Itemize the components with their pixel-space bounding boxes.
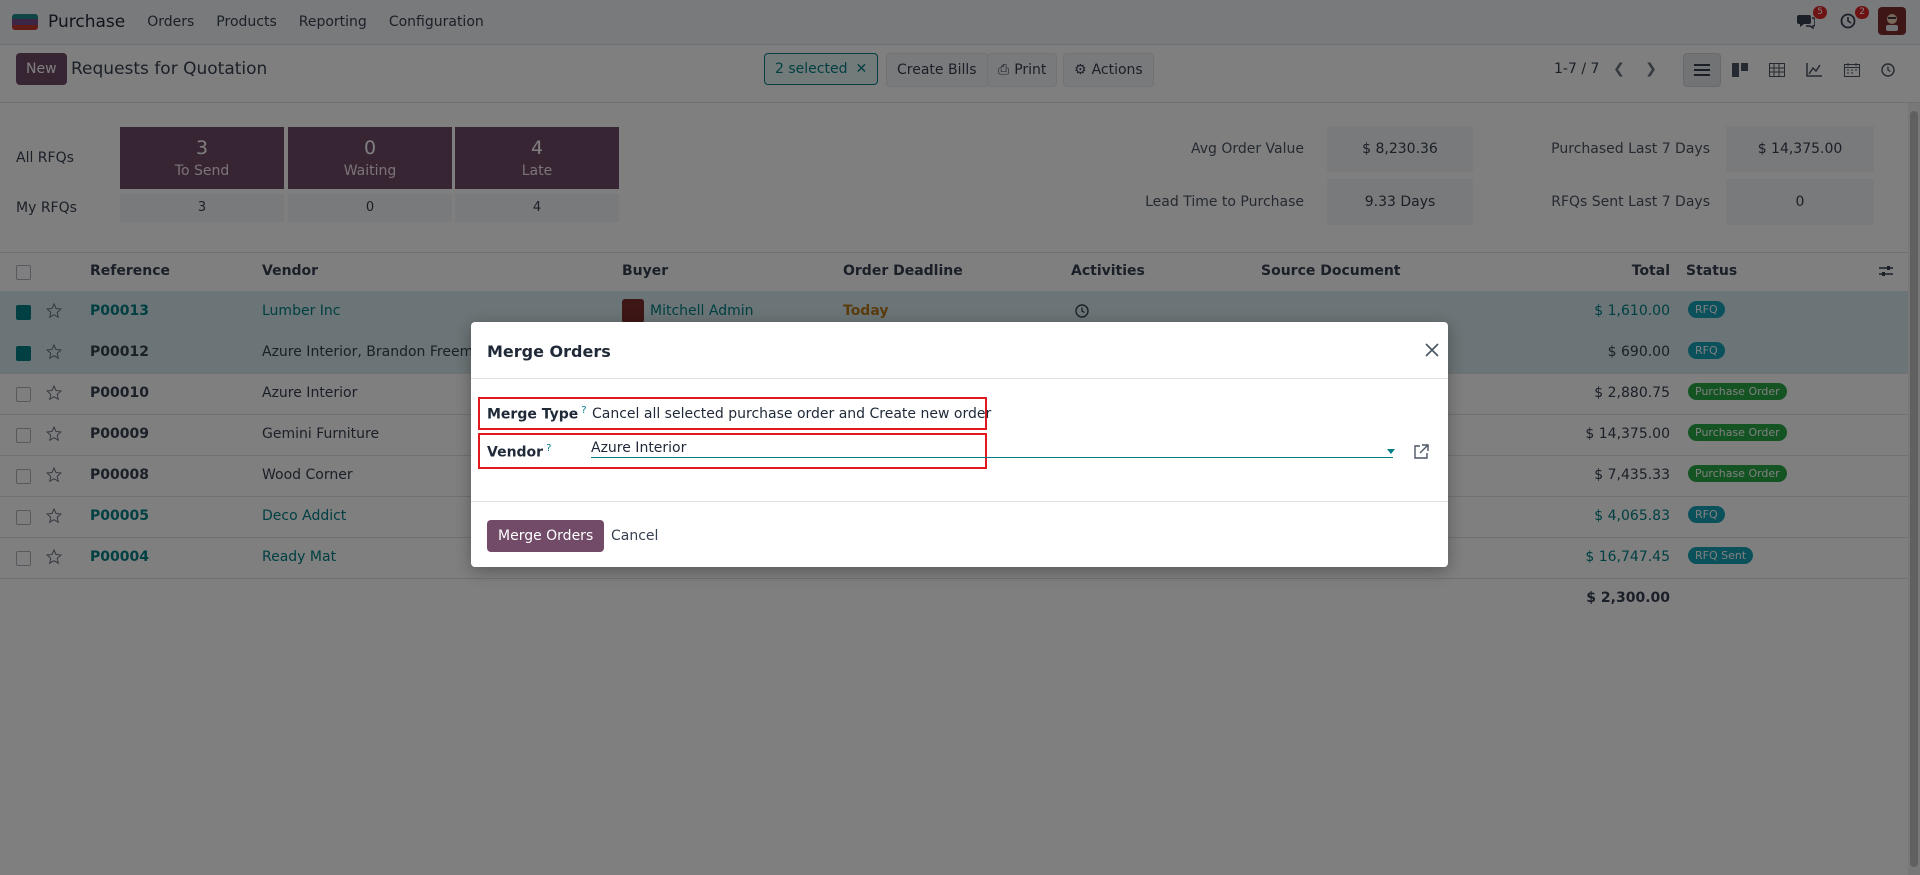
chevron-down-icon[interactable] — [1387, 449, 1395, 454]
help-icon[interactable]: ? — [581, 405, 586, 416]
modal-header-divider — [471, 378, 1448, 379]
cancel-button[interactable]: Cancel — [606, 520, 663, 552]
merge-type-value[interactable]: Cancel all selected purchase order and C… — [592, 406, 991, 422]
vendor-input[interactable] — [591, 439, 1393, 458]
external-link-icon[interactable] — [1413, 444, 1429, 460]
merge-type-label: Merge Type? — [487, 405, 587, 423]
help-icon[interactable]: ? — [546, 443, 551, 454]
modal-title: Merge Orders — [487, 342, 611, 361]
vendor-label: Vendor? — [487, 443, 552, 461]
modal-footer-divider — [471, 501, 1448, 502]
merge-orders-button[interactable]: Merge Orders — [487, 520, 605, 552]
merge-orders-dialog: Merge Orders Merge Type? Cancel all sele… — [471, 322, 1448, 567]
close-icon[interactable] — [1424, 342, 1440, 358]
